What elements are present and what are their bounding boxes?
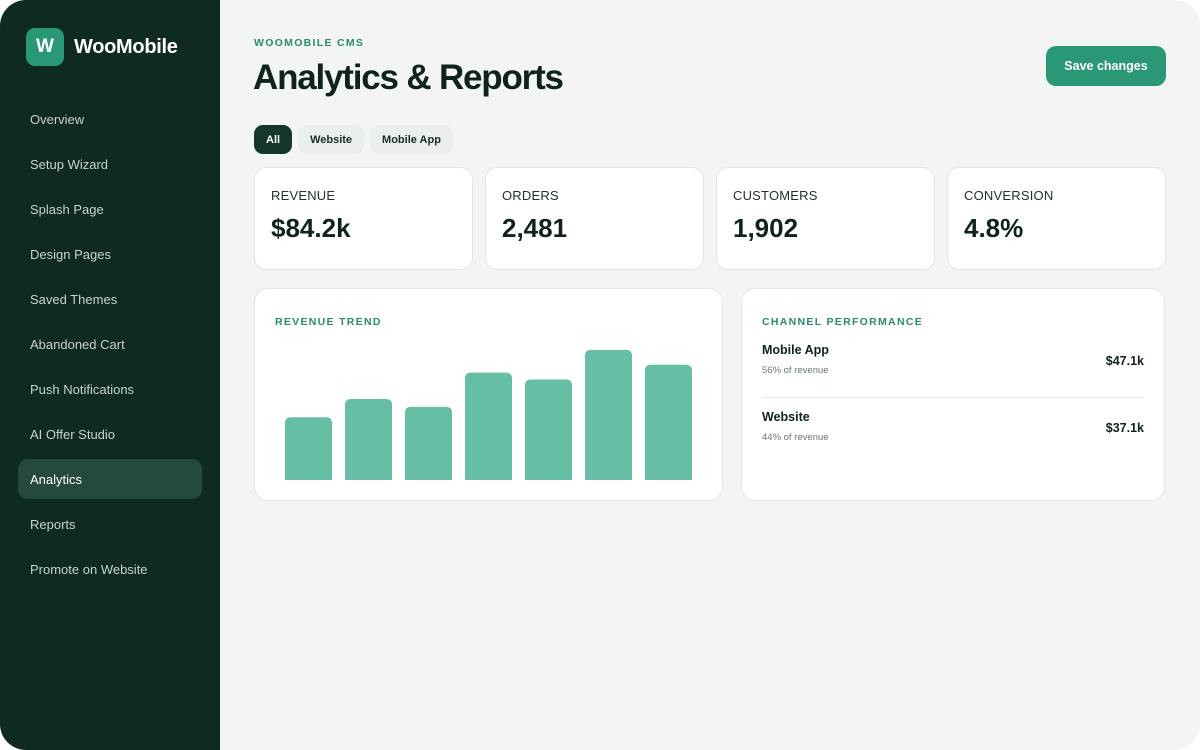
- stat-value: $84.2k: [271, 213, 351, 243]
- sidebar-item-design-pages[interactable]: Design Pages: [18, 234, 202, 274]
- tab-mobile-app[interactable]: Mobile App: [370, 125, 453, 154]
- channel-performance-title: CHANNEL PERFORMANCE: [762, 316, 924, 328]
- sidebar-item-push-notifications[interactable]: Push Notifications: [18, 369, 202, 409]
- sidebar-item-abandoned-cart[interactable]: Abandoned Cart: [18, 324, 202, 364]
- chart-bar-1: [285, 417, 332, 480]
- revenue-trend-chart: [285, 349, 692, 480]
- app-window: W WooMobile Overview Setup Wizard Splash…: [0, 0, 1200, 750]
- filter-tabs: All Website Mobile App: [254, 125, 459, 154]
- stat-card-orders: ORDERS 2,481: [485, 167, 704, 270]
- chart-bar-4: [465, 372, 512, 480]
- channel-performance-panel: CHANNEL PERFORMANCE Mobile App 56% of re…: [741, 288, 1165, 501]
- sidebar-item-promote-on-website[interactable]: Promote on Website: [18, 549, 202, 589]
- sidebar: W WooMobile Overview Setup Wizard Splash…: [0, 0, 220, 750]
- sidebar-item-reports[interactable]: Reports: [18, 504, 202, 544]
- save-button[interactable]: Save changes: [1046, 46, 1166, 86]
- sidebar-item-setup-wizard[interactable]: Setup Wizard: [18, 144, 202, 184]
- channel-name: Website: [762, 410, 810, 424]
- sidebar-item-ai-offer-studio[interactable]: AI Offer Studio: [18, 414, 202, 454]
- sidebar-item-saved-themes[interactable]: Saved Themes: [18, 279, 202, 319]
- stat-value: 4.8%: [964, 213, 1024, 243]
- sidebar-item-splash-page[interactable]: Splash Page: [18, 189, 202, 229]
- sidebar-item-overview[interactable]: Overview: [18, 99, 202, 139]
- tab-website[interactable]: Website: [298, 125, 365, 154]
- stat-label: ORDERS: [502, 188, 559, 203]
- chart-bar-3: [405, 406, 452, 480]
- stat-card-conversion: CONVERSION 4.8%: [947, 167, 1166, 270]
- channel-list: Mobile App 56% of revenue $47.1k Website…: [762, 337, 1144, 457]
- brand[interactable]: W WooMobile: [26, 28, 178, 66]
- revenue-trend-panel: REVENUE TREND: [254, 288, 723, 501]
- stat-label: REVENUE: [271, 188, 336, 203]
- channel-amount: $47.1k: [1105, 354, 1144, 368]
- main-content: WOOMOBILE CMS Analytics & Reports Save c…: [220, 0, 1200, 750]
- brand-name: WooMobile: [74, 35, 178, 58]
- chart-bar-7: [645, 364, 692, 480]
- stat-value: 1,902: [733, 213, 799, 243]
- chart-bar-6: [585, 349, 632, 480]
- stat-label: CUSTOMERS: [733, 188, 818, 203]
- stat-card-revenue: REVENUE $84.2k: [254, 167, 473, 270]
- stat-value: 2,481: [502, 213, 568, 243]
- stats-row: REVENUE $84.2k ORDERS 2,481 CUSTOMERS 1,…: [254, 167, 1166, 270]
- sidebar-nav: Overview Setup Wizard Splash Page Design…: [18, 99, 202, 594]
- chart-bar-2: [345, 398, 392, 480]
- stat-label: CONVERSION: [964, 188, 1054, 203]
- channel-share: 44% of revenue: [762, 432, 829, 443]
- stat-card-customers: CUSTOMERS 1,902: [716, 167, 935, 270]
- brand-logo-icon: W: [26, 28, 64, 66]
- sidebar-item-analytics[interactable]: Analytics: [18, 459, 202, 499]
- channel-row-website: Website 44% of revenue $37.1k: [762, 397, 1144, 457]
- channel-share: 56% of revenue: [762, 365, 829, 376]
- tab-all[interactable]: All: [254, 125, 293, 154]
- channel-amount: $37.1k: [1105, 421, 1144, 435]
- chart-bar-5: [525, 379, 572, 480]
- channel-name: Mobile App: [762, 343, 829, 357]
- channel-row-mobile-app: Mobile App 56% of revenue $47.1k: [762, 337, 1144, 397]
- page-eyebrow: WOOMOBILE CMS: [254, 37, 365, 49]
- page-title: Analytics & Reports: [253, 58, 564, 97]
